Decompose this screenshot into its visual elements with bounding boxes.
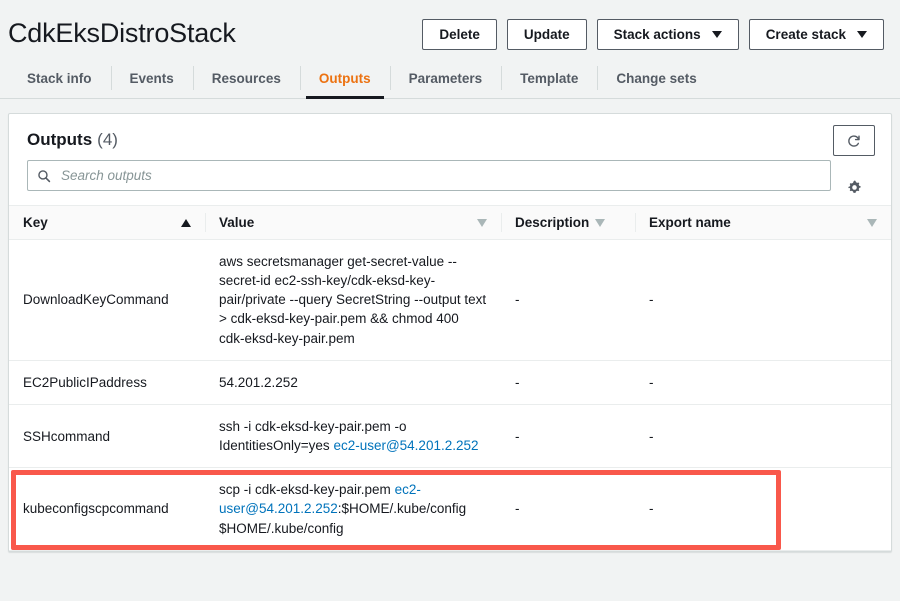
cell-value: 54.201.2.252 [205,360,501,405]
cell-key: EC2PublicIPaddress [9,360,205,405]
search-icon [38,169,51,182]
header-actions: Delete Update Stack actions Create stack [422,18,892,50]
cell-description: - [501,239,635,361]
update-button-label: Update [523,26,570,42]
outputs-panel: Outputs (4) Search outputs Key Value Des… [8,113,892,552]
create-stack-button-label: Create stack [765,26,846,42]
tab-template[interactable]: Template [501,58,597,98]
search-row [9,150,891,205]
tab-resources[interactable]: Resources [192,58,300,98]
stack-actions-button[interactable]: Stack actions [596,18,739,50]
update-button[interactable]: Update [506,18,587,50]
cell-key: SSHcommand [9,404,205,469]
chevron-down-icon [711,30,722,38]
column-header-description[interactable]: Description [501,205,635,240]
cell-key: DownloadKeyCommand [9,239,205,361]
search-input[interactable] [59,167,821,184]
cell-value: ssh -i cdk-eksd-key-pair.pem -o Identiti… [205,404,501,469]
page-header: CdkEksDistroStack Delete Update Stack ac… [0,0,900,58]
sort-icon [477,218,487,227]
delete-button-label: Delete [439,26,480,42]
tab-label: Outputs [318,70,371,86]
column-header-value-label: Value [219,215,255,230]
table-row[interactable]: kubeconfigscpcommand scp -i cdk-eksd-key-… [9,467,891,551]
page-title: CdkEksDistroStack [8,18,236,49]
tab-events[interactable]: Events [110,58,193,98]
cell-description: - [501,467,635,551]
cell-export-name: - [635,467,891,551]
column-header-key-label: Key [23,215,48,230]
table-header-row: Key Value Description Export name [9,205,891,240]
tab-list: Stack info Events Resources Outputs Para… [8,58,892,99]
column-header-description-label: Description [515,215,590,230]
outputs-table-body: DownloadKeyCommand aws secretsmanager get… [9,239,891,551]
tab-stack-info[interactable]: Stack info [8,58,111,98]
column-header-key[interactable]: Key [9,205,205,240]
cell-export-name: - [635,404,891,469]
table-row[interactable]: SSHcommand ssh -i cdk-eksd-key-pair.pem -… [9,404,891,469]
tab-label: Events [129,70,174,86]
tab-label: Parameters [408,70,483,86]
value-text: 54.201.2.252 [219,374,298,390]
sort-icon [595,218,606,227]
outputs-panel-header: Outputs (4) [9,114,891,193]
sort-ascending-icon [181,218,191,227]
tab-label: Change sets [616,70,697,86]
refresh-icon [848,134,860,147]
outputs-table-header: Key Value Description Export name [9,205,891,240]
chevron-down-icon [857,30,867,38]
table-row[interactable]: DownloadKeyCommand aws secretsmanager get… [9,239,891,361]
tab-parameters[interactable]: Parameters [389,58,502,98]
delete-button[interactable]: Delete [422,18,497,50]
column-header-export-name-label: Export name [649,215,731,230]
preferences-button[interactable] [843,176,865,198]
outputs-count: (4) [97,130,118,149]
refresh-button[interactable] [833,125,875,156]
table-row[interactable]: EC2PublicIPaddress 54.201.2.252 - - [9,360,891,405]
tab-bar: Stack info Events Resources Outputs Para… [0,58,900,99]
cell-description: - [501,404,635,469]
cell-description: - [501,360,635,405]
stack-actions-button-label: Stack actions [613,26,701,42]
search-box[interactable] [27,160,831,191]
outputs-title: Outputs [27,130,93,149]
tab-label: Resources [211,70,281,86]
outputs-title-row: Outputs (4) [27,130,873,150]
cell-export-name: - [635,239,891,361]
outputs-table: Key Value Description Export name Downlo… [9,205,891,551]
cell-value: aws secretsmanager get-secret-value --se… [205,239,501,361]
value-link[interactable]: ec2-user@54.201.2.252 [333,438,478,453]
column-header-export-name[interactable]: Export name [635,205,891,240]
tab-change-sets[interactable]: Change sets [597,58,715,98]
cell-value: scp -i cdk-eksd-key-pair.pem ec2-user@54… [205,467,501,551]
tab-outputs[interactable]: Outputs [299,58,390,99]
column-header-value[interactable]: Value [205,205,501,240]
tab-label: Template [520,70,579,86]
value-text: scp -i cdk-eksd-key-pair.pem [219,482,395,498]
gear-icon [847,180,861,193]
value-text: aws secretsmanager get-secret-value --se… [219,254,487,346]
cell-export-name: - [635,360,891,405]
create-stack-button[interactable]: Create stack [748,18,884,50]
sort-icon [867,218,877,227]
cell-key: kubeconfigscpcommand [9,467,205,551]
tab-label: Stack info [27,70,92,86]
